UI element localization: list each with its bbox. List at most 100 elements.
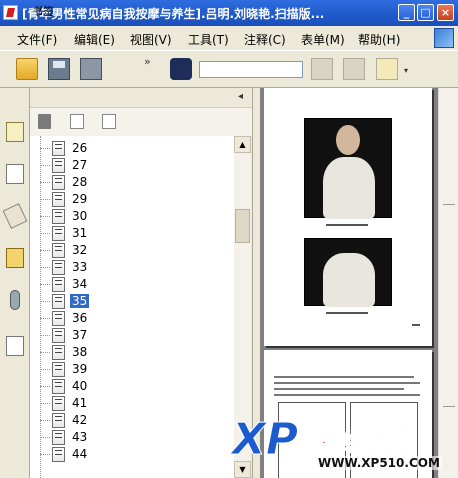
open-folder-icon[interactable] [16, 58, 38, 80]
print-icon[interactable] [80, 58, 102, 80]
text-line [274, 394, 420, 396]
bookmark-item[interactable]: 40 [40, 378, 222, 395]
photo-caption [326, 312, 368, 314]
tree-branch-line [40, 182, 50, 183]
next-result-icon[interactable] [343, 58, 365, 80]
layers-tab-icon[interactable] [2, 203, 28, 229]
tree-branch-line [40, 403, 50, 404]
close-button[interactable]: × [437, 4, 454, 21]
signatures-tab-icon[interactable] [6, 336, 24, 356]
tree-branch-line [40, 267, 50, 268]
chevron-down-icon[interactable]: ▾ [404, 66, 408, 75]
bookmark-label[interactable]: 28 [70, 175, 89, 189]
bookmark-item[interactable]: 42 [40, 412, 222, 429]
window-title: [青年男性常见病自我按摩与养生].吕明.刘晓艳.扫描版... [22, 7, 325, 21]
page-bookmark-icon [52, 158, 65, 173]
bookmark-label[interactable]: 37 [70, 328, 89, 342]
page-bookmark-icon [52, 294, 65, 309]
menu-edit[interactable]: 编辑(E) [74, 31, 115, 48]
bookmark-label[interactable]: 31 [70, 226, 89, 240]
page-bookmark-icon [52, 260, 65, 275]
title-bar[interactable]: [青年男性常见病自我按摩与养生].吕明.刘晓艳.扫描版... _ □ × [0, 0, 458, 26]
binoculars-icon[interactable] [170, 58, 192, 80]
bookmark-item[interactable]: 32 [40, 242, 222, 259]
bookmark-item[interactable]: 36 [40, 310, 222, 327]
text-line [274, 376, 414, 378]
menu-bar: 文件(F) 编辑(E) 视图(V) 工具(T) 注释(C) 表单(M) 帮助(H… [0, 26, 458, 50]
scroll-up-button[interactable]: ▲ [234, 136, 251, 153]
page-photo-top [304, 118, 392, 219]
bookmark-item[interactable]: 38 [40, 344, 222, 361]
bookmark-label[interactable]: 40 [70, 379, 89, 393]
search-input[interactable] [199, 61, 303, 78]
bookmark-item[interactable]: 34 [40, 276, 222, 293]
menu-tools[interactable]: 工具(T) [188, 31, 229, 48]
delete-bookmark-icon[interactable] [38, 114, 51, 129]
tree-branch-line [40, 165, 50, 166]
bookmark-label[interactable]: 44 [70, 447, 89, 461]
document-page [264, 88, 432, 346]
page-bookmark-icon [52, 311, 65, 326]
bookmark-tree[interactable]: 26 27 28 29 30 31 32 33 34 35 36 37 38 39 40 41 42 43 44 [30, 136, 234, 478]
bookmarks-toolbar [30, 108, 252, 136]
bookmark-label[interactable]: 41 [70, 396, 89, 410]
menu-comments[interactable]: 注释(C) [244, 31, 286, 48]
bookmark-item[interactable]: 29 [40, 191, 222, 208]
bookmark-label[interactable]: 42 [70, 413, 89, 427]
page-bookmark-icon [52, 345, 65, 360]
app-icon[interactable] [3, 5, 18, 20]
bookmark-label[interactable]: 36 [70, 311, 89, 325]
tree-branch-line [40, 437, 50, 438]
bookmark-label[interactable]: 33 [70, 260, 89, 274]
bookmark-label[interactable]: 43 [70, 430, 89, 444]
menu-view[interactable]: 视图(V) [130, 31, 172, 48]
bookmarks-panel-title: 书签 [32, 5, 54, 18]
attachments-tab-icon[interactable] [10, 290, 20, 310]
previous-result-icon[interactable] [311, 58, 333, 80]
comments-tab-icon[interactable] [6, 248, 24, 268]
bookmark-item[interactable]: 44 [40, 446, 222, 463]
bookmark-item[interactable]: 26 [40, 140, 222, 157]
maximize-button[interactable]: □ [417, 4, 434, 21]
bookmark-label[interactable]: 30 [70, 209, 89, 223]
bookmark-item[interactable]: 41 [40, 395, 222, 412]
tree-branch-line [40, 199, 50, 200]
bookmark-label[interactable]: 39 [70, 362, 89, 376]
scroll-thumb[interactable] [235, 209, 250, 243]
menu-forms[interactable]: 表单(M) [301, 31, 345, 48]
bookmark-item[interactable]: 27 [40, 157, 222, 174]
collapse-panel-icon[interactable]: ◂ [238, 91, 243, 102]
toolbar-overflow-chevron[interactable]: » [144, 55, 151, 68]
bookmark-label[interactable]: 26 [70, 141, 89, 155]
photo-caption [326, 224, 368, 226]
bookmark-item[interactable]: 31 [40, 225, 222, 242]
bookmark-item[interactable]: 39 [40, 361, 222, 378]
menu-file[interactable]: 文件(F) [17, 31, 57, 48]
bookmark-item[interactable]: 43 [40, 429, 222, 446]
tree-branch-line [40, 352, 50, 353]
bookmark-label[interactable]: 27 [70, 158, 89, 172]
new-bookmark-icon[interactable] [70, 114, 84, 129]
tree-branch-line [40, 216, 50, 217]
bookmarks-tab-icon[interactable] [6, 122, 24, 142]
tree-branch-line [40, 148, 50, 149]
bookmark-item[interactable]: 30 [40, 208, 222, 225]
bookmark-label[interactable]: 34 [70, 277, 89, 291]
bookmark-item[interactable]: 28 [40, 174, 222, 191]
menu-help[interactable]: 帮助(H) [358, 31, 400, 48]
save-icon[interactable] [48, 58, 70, 80]
bookmark-label[interactable]: 35 [70, 294, 90, 308]
annotate-icon[interactable] [376, 58, 398, 80]
document-icon[interactable] [434, 28, 454, 48]
minimize-button[interactable]: _ [398, 4, 415, 21]
bookmark-label[interactable]: 38 [70, 345, 89, 359]
pages-tab-icon[interactable] [6, 164, 24, 184]
bookmark-options-icon[interactable] [102, 114, 116, 129]
bookmark-item[interactable]: 37 [40, 327, 222, 344]
bookmark-item[interactable]: 33 [40, 259, 222, 276]
bookmark-label[interactable]: 32 [70, 243, 89, 257]
bookmark-item[interactable]: 35 [40, 293, 222, 310]
bookmark-label[interactable]: 29 [70, 192, 89, 206]
tree-guide-line [40, 136, 41, 478]
scroll-tick [443, 406, 455, 407]
